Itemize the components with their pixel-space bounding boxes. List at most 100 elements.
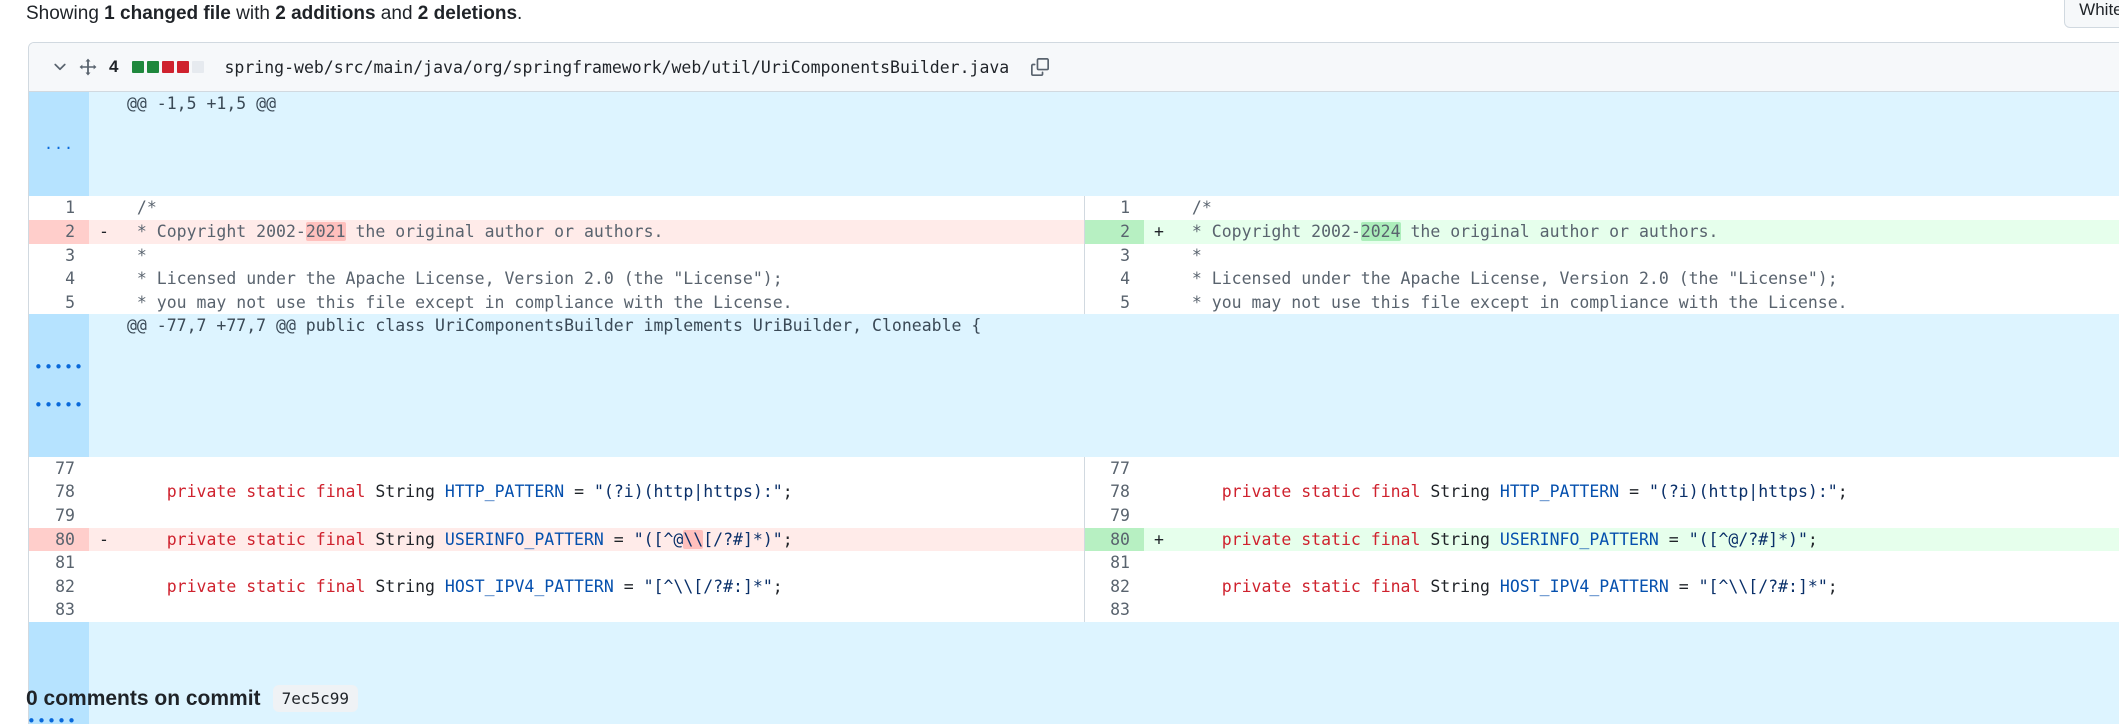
code-comment-post: the original author or authors. <box>1400 221 1719 241</box>
code-operator: = <box>1658 529 1689 549</box>
line-number-right[interactable]: 3 <box>1084 243 1144 268</box>
diff-row-context: 78 private static final String HTTP_PATT… <box>29 480 2119 504</box>
hunk-right-spacer-1 <box>1174 92 2119 197</box>
code-operator: = <box>1668 576 1699 596</box>
line-code-right[interactable] <box>1174 503 2119 528</box>
line-code-right[interactable] <box>1174 456 2119 481</box>
line-code-right[interactable] <box>1174 598 2119 622</box>
line-code-left[interactable]: * <box>119 243 1085 268</box>
line-number-right[interactable]: 82 <box>1084 574 1144 599</box>
code-constant: HOST_IPV4_PATTERN <box>1499 576 1669 596</box>
code-constant: HTTP_PATTERN <box>444 482 565 502</box>
line-number-right[interactable]: 79 <box>1084 503 1144 528</box>
line-number-left[interactable]: 82 <box>29 574 89 599</box>
hunk-expand-button-2[interactable]: ••••• ••••• <box>29 314 89 457</box>
line-number-left[interactable]: 5 <box>29 290 89 315</box>
line-code-left[interactable]: private static final String USERINFO_PAT… <box>119 527 1085 552</box>
line-code-right[interactable]: * <box>1174 243 2119 268</box>
arrow-down-icon[interactable] <box>52 372 66 386</box>
chevron-down-icon[interactable] <box>51 58 69 76</box>
line-code-right[interactable]: private static final String HOST_IPV4_PA… <box>1174 574 2119 599</box>
copy-path-icon[interactable] <box>1031 58 1050 76</box>
code-keyword: private static final <box>1221 529 1431 549</box>
line-code-left[interactable]: * Copyright 2002-2021 the original autho… <box>119 219 1085 244</box>
whitespace-button[interactable]: Whitespace <box>2064 0 2119 28</box>
line-number-right[interactable]: 2 <box>1084 219 1144 244</box>
line-number-right[interactable]: 80 <box>1084 527 1144 552</box>
code-comment: /* <box>127 198 157 218</box>
line-code-left[interactable] <box>119 598 1085 622</box>
summary-additions: 2 additions <box>275 3 376 24</box>
line-sign-right: + <box>1144 527 1174 552</box>
line-number-left[interactable]: 4 <box>29 267 89 291</box>
line-code-right[interactable]: * you may not use this file except in co… <box>1174 290 2119 315</box>
line-sign-left <box>89 503 119 528</box>
line-code-right[interactable]: /* <box>1174 196 2119 220</box>
line-number-left[interactable]: 77 <box>29 456 89 481</box>
line-code-right[interactable]: private static final String USERINFO_PAT… <box>1174 527 2119 552</box>
line-number-right[interactable]: 78 <box>1084 480 1144 504</box>
line-number-right[interactable]: 5 <box>1084 290 1144 315</box>
line-code-left[interactable] <box>119 503 1085 528</box>
code-constant: HOST_IPV4_PATTERN <box>444 576 614 596</box>
commit-sha[interactable]: 7ec5c99 <box>272 685 358 712</box>
line-number-left[interactable]: 1 <box>29 196 89 220</box>
line-number-right[interactable]: 1 <box>1084 196 1144 220</box>
line-number-left[interactable]: 83 <box>29 598 89 622</box>
line-code-right[interactable] <box>1174 551 2119 575</box>
line-number-left[interactable]: 3 <box>29 243 89 268</box>
move-icon[interactable] <box>79 58 97 76</box>
line-code-left[interactable]: /* <box>119 196 1085 220</box>
line-code-left[interactable]: private static final String HOST_IPV4_PA… <box>119 574 1085 599</box>
summary-prefix: Showing <box>26 3 105 24</box>
line-number-right[interactable]: 4 <box>1084 267 1144 291</box>
line-number-right[interactable]: 77 <box>1084 456 1144 481</box>
diff-row-context: 79 79 <box>29 503 2119 528</box>
code-string: "(?i)(http|https):" <box>593 482 783 502</box>
code-comment: * Licensed under the Apache License, Ver… <box>1182 269 1838 289</box>
code-string: "[^\\[/?#:]*" <box>1698 576 1828 596</box>
line-number-left[interactable]: 80 <box>29 527 89 552</box>
hunk-right-spacer-2 <box>1174 314 2119 457</box>
line-number-left[interactable]: 2 <box>29 219 89 244</box>
line-code-left[interactable]: * you may not use this file except in co… <box>119 290 1085 315</box>
commit-comments-section: 0 comments on commit 7ec5c99 <box>26 685 358 712</box>
code-constant: USERINFO_PATTERN <box>444 529 604 549</box>
line-sign-right: + <box>1144 219 1174 244</box>
file-path[interactable]: spring-web/src/main/java/org/springframe… <box>224 58 1009 77</box>
line-number-left[interactable]: 78 <box>29 480 89 504</box>
line-sign-right <box>1144 480 1174 504</box>
line-code-right[interactable]: * Copyright 2002-2024 the original autho… <box>1174 219 2119 244</box>
expand-right-num-spacer <box>1084 621 1144 724</box>
line-sign-right <box>1144 456 1174 481</box>
line-number-left[interactable]: 81 <box>29 551 89 575</box>
line-code-left[interactable]: private static final String HTTP_PATTERN… <box>119 480 1085 504</box>
code-keyword: private static final <box>166 576 376 596</box>
line-code-left[interactable] <box>119 551 1085 575</box>
diff-summary: Showing 1 changed file with 2 additions … <box>26 0 522 28</box>
hunk-expand-dots: ... <box>43 135 75 154</box>
summary-suffix: . <box>517 3 523 24</box>
code-comment: * Licensed under the Apache License, Ver… <box>127 269 783 289</box>
line-sign-left: - <box>89 219 119 244</box>
diff-row-context: 83 83 <box>29 598 2119 622</box>
line-sign-left <box>89 574 119 599</box>
code-comment-post: the original author or authors. <box>345 221 664 241</box>
diff-row-context: 5 * you may not use this file except in … <box>29 290 2119 315</box>
expand-right-sign-spacer <box>1144 621 1174 724</box>
hunk-header-text-1: @@ -1,5 +1,5 @@ <box>119 92 1084 197</box>
summary-deletions: 2 deletions <box>417 3 518 24</box>
line-number-left[interactable]: 79 <box>29 503 89 528</box>
line-code-right[interactable]: * Licensed under the Apache License, Ver… <box>1174 267 2119 291</box>
code-type: String <box>375 529 445 549</box>
hunk-expand-button-1[interactable]: ... <box>29 92 89 197</box>
line-number-right[interactable]: 81 <box>1084 551 1144 575</box>
line-code-right[interactable]: private static final String HTTP_PATTERN… <box>1174 480 2119 504</box>
code-operator: = <box>613 576 644 596</box>
line-number-right[interactable]: 83 <box>1084 598 1144 622</box>
line-code-left[interactable] <box>119 456 1085 481</box>
code-punct: ; <box>782 529 793 549</box>
hunk-right-sign-spacer-2 <box>1144 314 1174 457</box>
line-code-left[interactable]: * Licensed under the Apache License, Ver… <box>119 267 1085 291</box>
word-diff-deleted: 2021 <box>305 221 346 241</box>
